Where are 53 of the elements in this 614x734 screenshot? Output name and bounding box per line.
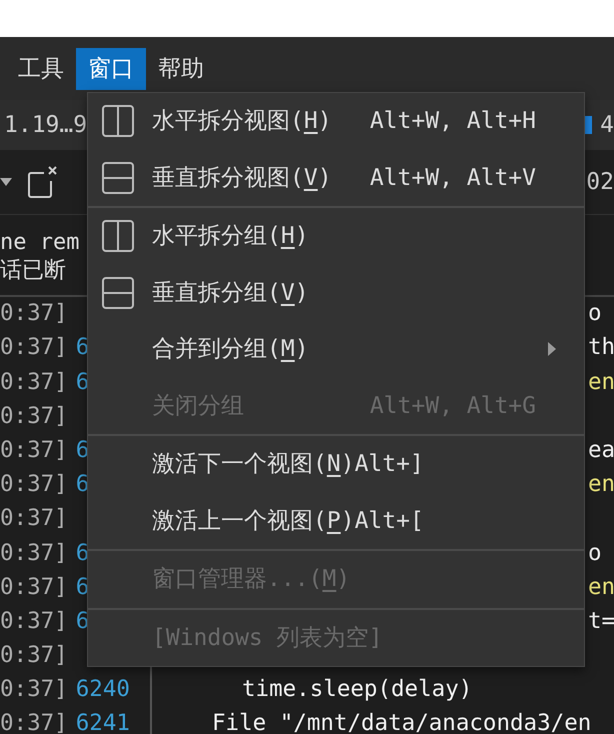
line-number: 6241 (76, 709, 130, 734)
code-line: th (588, 333, 614, 362)
code-line: o (588, 538, 602, 568)
split-vertical-icon (102, 162, 134, 194)
tab-title[interactable]: 1.19…9 (4, 108, 88, 142)
line-number: 6 (76, 470, 90, 500)
code-line: t= (588, 606, 614, 636)
code-line: time.sleep(delay) (242, 675, 472, 704)
log-timestamp: 0:37] (0, 504, 68, 534)
code-line: File "/mnt/data/anaconda3/en (212, 709, 592, 734)
menu-item[interactable]: 工具 (6, 48, 76, 90)
line-number: 6 (76, 368, 90, 397)
line-number: 6 (76, 538, 90, 568)
log-timestamp: 0:37] (0, 333, 68, 362)
menu-item[interactable]: 激活下一个视图(N)Alt+] (88, 436, 584, 492)
toolbar-text: 02 (586, 168, 614, 197)
menu-item[interactable]: 垂直拆分组(V) (88, 264, 584, 321)
log-timestamp: 0:37] (0, 709, 68, 734)
log-timestamp: 0:37] (0, 368, 68, 397)
menu-item[interactable]: 垂直拆分视图(V) Alt+W, Alt+V (88, 150, 584, 206)
line-number: 6 (76, 333, 90, 362)
line-number: 6 (76, 436, 90, 465)
code-line: en (588, 368, 614, 397)
log-timestamp: 0:37] (0, 606, 68, 636)
log-timestamp: 0:37] (0, 572, 68, 602)
split-horizontal-icon (102, 105, 134, 138)
code-line: o (588, 299, 602, 328)
log-message: 话已断 (0, 257, 66, 285)
log-timestamp: 0:37] (0, 470, 68, 500)
menu-item[interactable]: 激活上一个视图(P)Alt+[ (88, 492, 584, 549)
log-timestamp: 0:37] (0, 299, 68, 328)
line-number: 6240 (76, 675, 130, 704)
menu-item[interactable]: 帮助 (146, 48, 216, 90)
menu-item[interactable]: 水平拆分组(H) (88, 208, 584, 264)
caret-icon[interactable] (0, 178, 12, 186)
new-window-icon[interactable] (28, 165, 58, 199)
code-line: ea (588, 436, 614, 465)
line-number: 6 (76, 606, 90, 636)
log-timestamp: 0:37] (0, 641, 68, 670)
log-timestamp: 0:37] (0, 675, 68, 704)
code-line: en (588, 572, 614, 602)
log-timestamp: 0:37] (0, 436, 68, 465)
menu-item[interactable]: 窗口 (76, 48, 146, 90)
log-message: ne rem (0, 229, 80, 257)
tab-title[interactable]: 4 (600, 108, 614, 142)
menu-item[interactable]: 合并到分组(M) (88, 321, 584, 378)
split-vertical-icon (102, 276, 134, 309)
log-timestamp: 0:37] (0, 402, 68, 431)
split-horizontal-icon (102, 220, 134, 252)
log-timestamp: 0:37] (0, 538, 68, 568)
code-line: en (588, 470, 614, 500)
menu-item[interactable]: 水平拆分视图(H) Alt+W, Alt+H (88, 93, 584, 150)
line-number: 6 (76, 572, 90, 602)
